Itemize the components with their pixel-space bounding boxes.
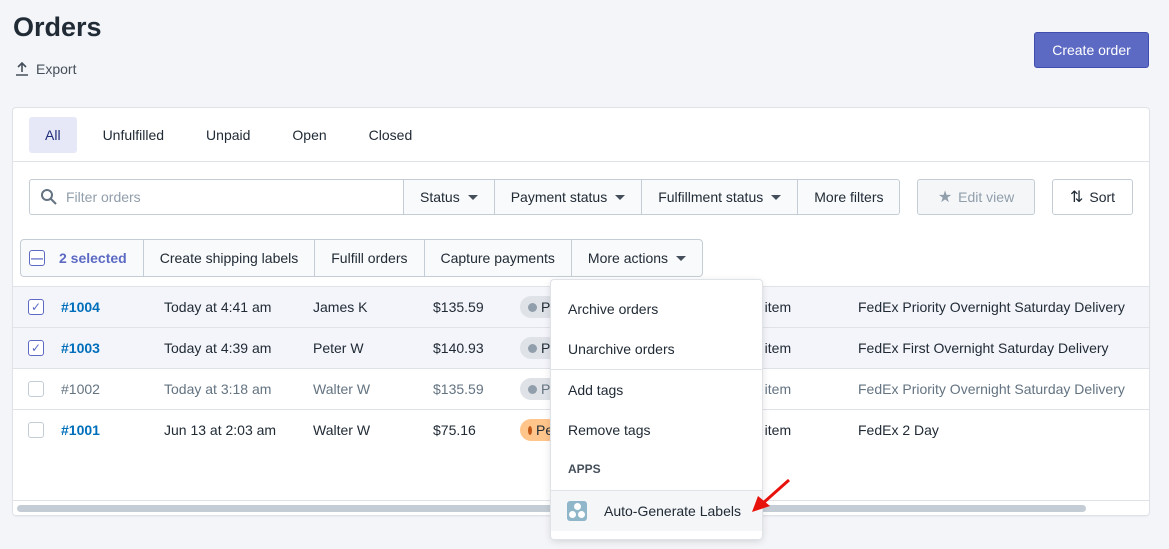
sort-button[interactable]: ⇅ Sort bbox=[1052, 179, 1133, 215]
order-total: $135.59 bbox=[433, 299, 484, 315]
status-dot-icon bbox=[528, 425, 532, 435]
edit-view-button[interactable]: ★ Edit view bbox=[917, 179, 1035, 215]
tab-open[interactable]: Open bbox=[276, 117, 342, 153]
delivery-method: FedEx Priority Overnight Saturday Delive… bbox=[858, 299, 1125, 315]
create-order-button[interactable]: Create order bbox=[1034, 32, 1149, 68]
status-label: Status bbox=[420, 189, 460, 205]
delivery-method: FedEx Priority Overnight Saturday Delive… bbox=[858, 381, 1125, 397]
caret-down-icon bbox=[615, 194, 626, 200]
payment-status-label: Payment status bbox=[510, 189, 608, 205]
order-total: $135.59 bbox=[433, 381, 484, 397]
menu-item-remove-tags[interactable]: Remove tags bbox=[551, 410, 762, 450]
tab-closed[interactable]: Closed bbox=[353, 117, 429, 153]
row-checkbox[interactable]: ✓ bbox=[28, 299, 44, 315]
menu-section-apps: APPS bbox=[568, 462, 601, 476]
more-actions-label: More actions bbox=[587, 250, 669, 266]
create-shipping-labels-button[interactable]: Create shipping labels bbox=[142, 240, 315, 276]
menu-item-unarchive-orders[interactable]: Unarchive orders bbox=[551, 329, 762, 369]
customer-name: Walter W bbox=[313, 381, 371, 397]
customer-name: Walter W bbox=[313, 422, 371, 438]
order-date: Jun 13 at 2:03 am bbox=[164, 422, 277, 438]
filter-bar: Filter orders Status Payment status Fulf… bbox=[29, 179, 901, 215]
red-arrow-annotation bbox=[752, 478, 790, 512]
fulfill-orders-button[interactable]: Fulfill orders bbox=[314, 240, 423, 276]
order-id-link[interactable]: #1004 bbox=[61, 299, 100, 315]
tab-bar: All Unfulfilled Unpaid Open Closed bbox=[13, 108, 1149, 162]
order-total: $75.16 bbox=[433, 422, 476, 438]
filter-orders-input[interactable]: Filter orders bbox=[29, 179, 404, 215]
search-placeholder: Filter orders bbox=[66, 189, 141, 205]
caret-down-icon bbox=[771, 194, 782, 200]
order-total: $140.93 bbox=[433, 340, 484, 356]
order-date: Today at 3:18 am bbox=[164, 381, 272, 397]
search-icon bbox=[41, 189, 57, 205]
menu-item-archive-orders[interactable]: Archive orders bbox=[551, 289, 762, 329]
tab-unpaid[interactable]: Unpaid bbox=[190, 117, 266, 153]
star-icon: ★ bbox=[937, 189, 953, 206]
export-label: Export bbox=[36, 61, 77, 77]
order-id-link[interactable]: #1001 bbox=[61, 422, 100, 438]
sort-icon: ⇅ bbox=[1069, 189, 1084, 206]
more-actions-button[interactable]: More actions bbox=[570, 240, 702, 276]
sort-label: Sort bbox=[1089, 189, 1116, 205]
app-icon bbox=[567, 501, 587, 521]
row-checkbox[interactable] bbox=[28, 381, 44, 397]
status-dot-icon bbox=[528, 302, 537, 312]
customer-name: Peter W bbox=[313, 340, 364, 356]
status-dot-icon bbox=[528, 343, 537, 353]
edit-view-label: Edit view bbox=[958, 189, 1015, 205]
delivery-method: FedEx First Overnight Saturday Delivery bbox=[858, 340, 1109, 356]
row-checkbox[interactable] bbox=[28, 422, 44, 438]
indeterminate-checkbox[interactable]: — bbox=[29, 250, 45, 266]
order-id-link[interactable]: #1002 bbox=[61, 381, 100, 397]
fulfillment-status-label: Fulfillment status bbox=[658, 189, 764, 205]
caret-down-icon bbox=[676, 255, 687, 261]
payment-status-filter[interactable]: Payment status bbox=[494, 179, 643, 215]
export-button[interactable]: Export bbox=[14, 61, 76, 77]
status-filter[interactable]: Status bbox=[404, 179, 495, 215]
tab-unfulfilled[interactable]: Unfulfilled bbox=[87, 117, 180, 153]
capture-payments-button[interactable]: Capture payments bbox=[423, 240, 571, 276]
page-title: Orders bbox=[13, 12, 102, 42]
status-dot-icon bbox=[528, 384, 537, 394]
caret-down-icon bbox=[467, 194, 478, 200]
order-date: Today at 4:39 am bbox=[164, 340, 272, 356]
bulk-actions-bar: — 2 selected Create shipping labels Fulfi… bbox=[21, 240, 703, 276]
more-filters-label: More filters bbox=[814, 189, 884, 205]
menu-item-add-tags[interactable]: Add tags bbox=[551, 370, 762, 410]
delivery-method: FedEx 2 Day bbox=[858, 422, 939, 438]
order-id-link[interactable]: #1003 bbox=[61, 340, 100, 356]
menu-item-auto-generate-labels[interactable]: Auto-Generate Labels bbox=[551, 491, 762, 531]
tab-all[interactable]: All bbox=[29, 116, 77, 153]
more-filters-button[interactable]: More filters bbox=[798, 179, 901, 215]
customer-name: James K bbox=[313, 299, 368, 315]
select-all-toggle[interactable]: — 2 selected bbox=[21, 240, 143, 276]
app-label: Auto-Generate Labels bbox=[604, 503, 741, 519]
more-actions-menu: Archive orders Unarchive orders Add tags… bbox=[551, 280, 762, 539]
upload-icon bbox=[16, 61, 28, 76]
order-date: Today at 4:41 am bbox=[164, 299, 272, 315]
row-checkbox[interactable]: ✓ bbox=[28, 340, 44, 356]
selected-count: 2 selected bbox=[59, 250, 127, 266]
fulfillment-status-filter[interactable]: Fulfillment status bbox=[642, 179, 799, 215]
